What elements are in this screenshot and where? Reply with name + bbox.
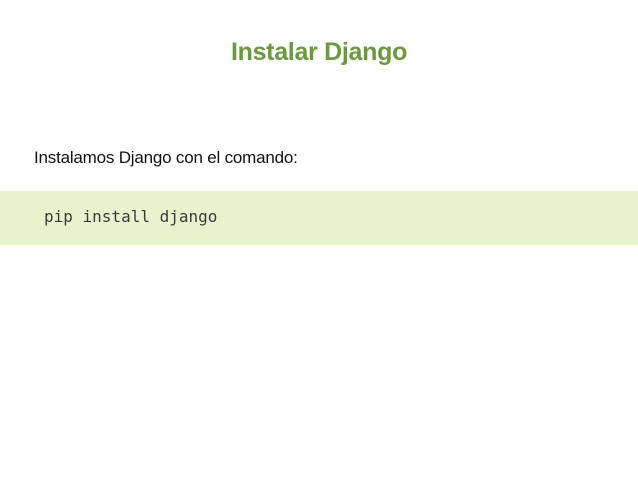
- slide: Instalar Django Instalamos Django con el…: [0, 0, 638, 479]
- code-block: pip install django: [0, 191, 638, 245]
- slide-title: Instalar Django: [230, 38, 408, 66]
- code-line: pip install django: [44, 207, 218, 226]
- intro-text: Instalamos Django con el comando:: [34, 148, 298, 167]
